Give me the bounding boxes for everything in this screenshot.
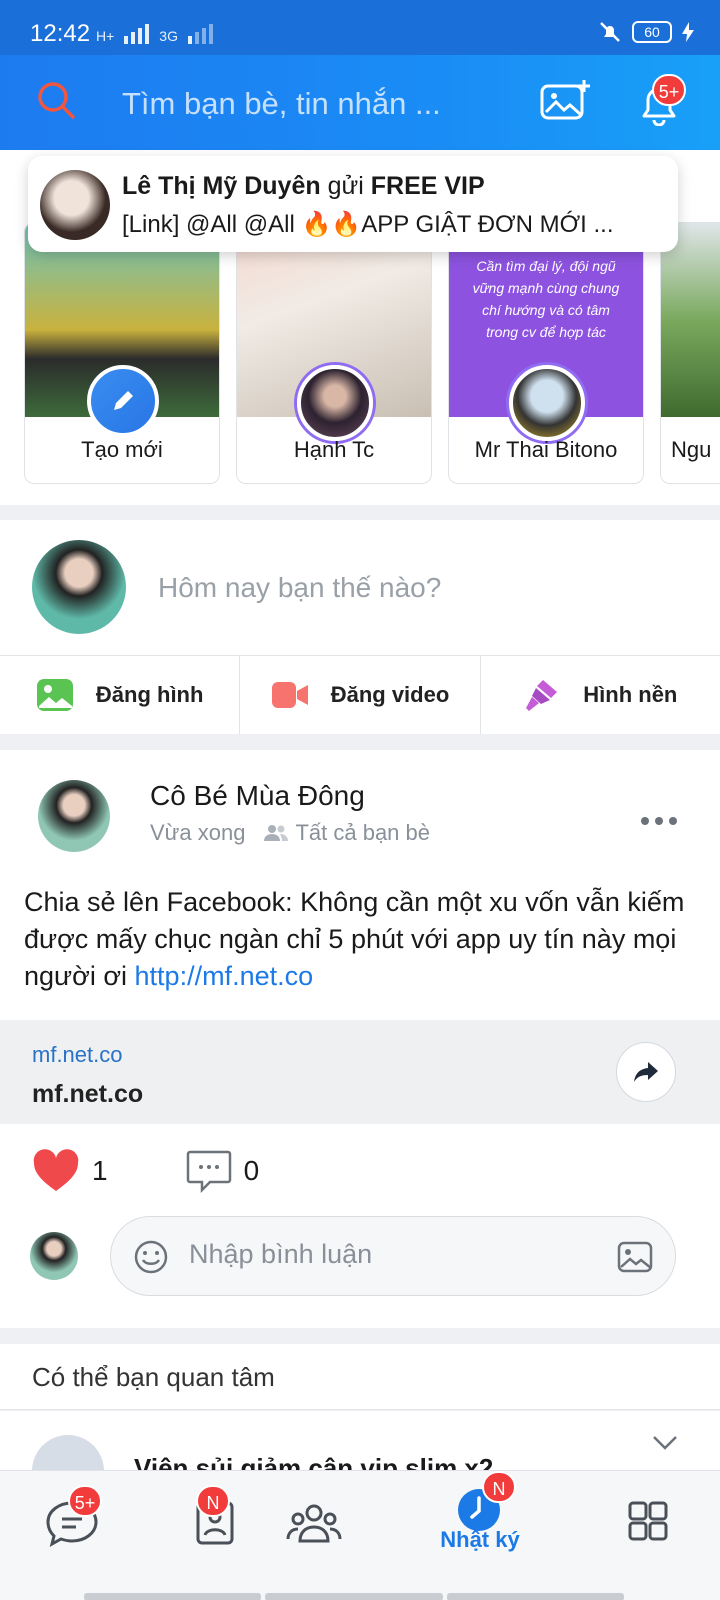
timeline-badge: N [482, 1471, 516, 1503]
post-time: Vừa xong [150, 820, 246, 845]
toast-avatar [40, 170, 110, 240]
emoji-icon[interactable] [133, 1239, 169, 1275]
suggestions-header: Có thể bạn quan tâm [0, 1344, 720, 1410]
create-story-button[interactable] [87, 365, 159, 437]
search-icon[interactable] [36, 80, 76, 120]
network-indicator: H+ 3G [96, 24, 213, 44]
timeline-label: Nhật ký [440, 1527, 520, 1552]
story-avatar [509, 365, 585, 441]
status-bar: 12:42 H+ 3G 60 [0, 0, 720, 55]
toast-group: FREE VIP [370, 172, 485, 200]
comment-input[interactable]: Nhập bình luận [110, 1216, 676, 1296]
story-hanh-tc[interactable]: Hạnh Tc [236, 222, 432, 484]
search-input[interactable]: Tìm bạn bè, tin nhắn ... [122, 86, 442, 122]
suggestion-item[interactable]: Viên sủi giảm cân vip slim x2 [0, 1411, 720, 1471]
post-text: Chia sẻ lên Facebook: Không cần một xu v… [24, 887, 685, 991]
story-mr-thai[interactable]: Cần tìm đại lý, đội ngũ vững mạnh cùng c… [448, 222, 644, 484]
link-domain: mf.net.co [32, 1042, 123, 1067]
comment-icon[interactable] [186, 1149, 232, 1193]
contacts-badge: N [196, 1485, 230, 1517]
link-title: mf.net.co [32, 1080, 144, 1108]
nav-messages[interactable]: 5+ [0, 1471, 144, 1571]
story-avatar [297, 365, 373, 441]
feed-post: Cô Bé Mùa Đông Vừa xong Tất cả bạn bè Ch… [0, 750, 720, 1328]
signal-icon-2 [187, 24, 213, 44]
chevron-down-icon[interactable] [652, 1435, 678, 1451]
status-input[interactable]: Hôm nay bạn thế nào? [158, 572, 441, 604]
story-label: Tạo mới [81, 437, 163, 462]
story-label: Ngu [671, 437, 712, 462]
post-photo-button[interactable]: Đăng hình [0, 656, 241, 734]
notification-badge: 5+ [652, 74, 686, 106]
share-button[interactable] [616, 1042, 676, 1102]
nav-more[interactable] [576, 1471, 720, 1571]
post-privacy: Tất cả bạn bè [295, 820, 431, 845]
comment-placeholder: Nhập bình luận [189, 1239, 373, 1269]
suggestions-title: Có thể bạn quan tâm [32, 1362, 275, 1392]
messages-badge: 5+ [68, 1485, 102, 1517]
bottom-nav: 5+ N N Nhật ký [0, 1470, 720, 1600]
toast-verb: gửi [327, 172, 364, 200]
post-video-button[interactable]: Đăng video [240, 656, 481, 734]
nav-groups[interactable] [242, 1471, 386, 1571]
nav-timeline[interactable]: N Nhật ký [408, 1471, 552, 1571]
background-button[interactable]: Hình nền [481, 656, 720, 734]
avatar[interactable] [32, 540, 126, 634]
more-icon[interactable] [640, 816, 678, 826]
video-icon [271, 682, 308, 708]
battery-icon: 60 [632, 21, 672, 43]
toast-message: [Link] @All @All 🔥🔥APP GIẬT ĐƠN MỚI ... [122, 211, 614, 238]
post-author[interactable]: Cô Bé Mùa Đông [150, 780, 365, 812]
link-preview-card[interactable]: mf.net.co mf.net.co [0, 1020, 720, 1124]
message-toast[interactable]: Lê Thị Mỹ Duyên gửi FREE VIP [Link] @All… [28, 156, 678, 252]
friends-icon [264, 825, 289, 841]
story-label: Hạnh Tc [293, 437, 375, 462]
paint-brush-icon [526, 680, 558, 711]
image-icon[interactable] [617, 1241, 653, 1273]
post-author-avatar[interactable] [38, 780, 110, 852]
suggestion-name: Viên sủi giảm cân vip slim x2 [134, 1453, 494, 1471]
comment-count: 0 [243, 1155, 260, 1186]
suggestion-avatar [32, 1435, 104, 1471]
story-partial[interactable]: Ngu [660, 222, 720, 484]
story-label: Mr Thai Bitono [474, 437, 618, 462]
grid-icon [628, 1501, 668, 1541]
mute-bell-icon [600, 22, 620, 42]
top-bar: 12:42 H+ 3G 60 Tìm bạn bè, tin nhắn ... … [0, 0, 720, 150]
group-icon [286, 1504, 342, 1543]
home-indicator [84, 1593, 624, 1600]
signal-icon [124, 24, 150, 44]
avatar [30, 1232, 78, 1280]
charging-icon [682, 22, 694, 42]
photo-icon [36, 679, 73, 711]
story-create[interactable]: Tạo mới [24, 222, 220, 484]
add-photo-icon[interactable] [540, 78, 592, 122]
post-link[interactable]: http://mf.net.co [135, 961, 314, 991]
story-image [661, 223, 720, 417]
heart-icon[interactable] [32, 1149, 80, 1193]
toast-sender: Lê Thị Mỹ Duyên [122, 172, 321, 200]
post-composer: Hôm nay bạn thế nào? Đăng hình Đăng vide… [0, 520, 720, 734]
share-arrow-icon [634, 1062, 658, 1082]
pencil-icon [114, 391, 133, 410]
like-count: 1 [92, 1155, 108, 1186]
status-time: 12:42 [30, 20, 91, 47]
